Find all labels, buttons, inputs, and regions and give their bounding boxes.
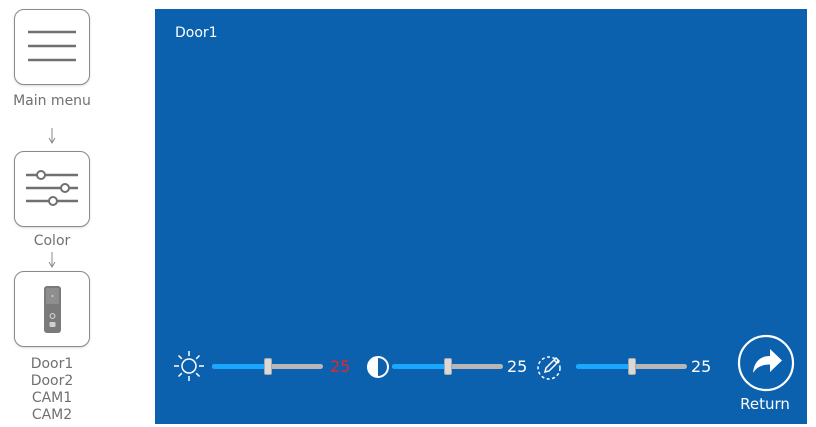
contrast-slider[interactable]: [392, 358, 503, 375]
brightness-slider-fill: [212, 364, 268, 369]
source-door1: Door1: [30, 356, 74, 372]
source-cam2: CAM2: [31, 407, 73, 423]
saturation-slider[interactable]: [576, 358, 687, 375]
brightness-slider-thumb[interactable]: [263, 358, 272, 375]
saturation-slider-thumb[interactable]: [627, 358, 636, 375]
contrast-slider-fill: [392, 364, 448, 369]
saturation-value: 25: [691, 357, 712, 376]
contrast-icon[interactable]: [366, 355, 390, 379]
brightness-value: 25: [330, 357, 351, 376]
saturation-slider-fill: [576, 364, 632, 369]
color-settings-icon-box[interactable]: [14, 151, 90, 227]
color-label: Color: [33, 233, 71, 249]
return-button[interactable]: [736, 333, 796, 393]
sun-icon[interactable]: [172, 349, 206, 383]
door-station-icon: [44, 286, 61, 333]
source-cam1: CAM1: [31, 390, 73, 406]
hamburger-menu-icon: [28, 30, 76, 62]
down-arrow-icon: [48, 128, 56, 144]
down-arrow-icon: [48, 252, 56, 268]
main-menu-icon-box[interactable]: [14, 9, 90, 85]
contrast-value: 25: [507, 357, 528, 376]
brightness-slider[interactable]: [212, 358, 323, 375]
sliders-icon: [26, 170, 78, 206]
return-arrow-icon: [753, 349, 782, 373]
main-menu-label: Main menu: [13, 93, 91, 109]
monitor-screen: Door1 25 25 25 Return: [155, 9, 807, 424]
screen-title: Door1: [175, 25, 218, 41]
door-station-icon-box[interactable]: [14, 271, 90, 347]
dropper-icon[interactable]: [535, 352, 565, 382]
return-label[interactable]: Return: [729, 395, 801, 413]
source-door2: Door2: [30, 373, 74, 389]
contrast-slider-thumb[interactable]: [443, 358, 452, 375]
